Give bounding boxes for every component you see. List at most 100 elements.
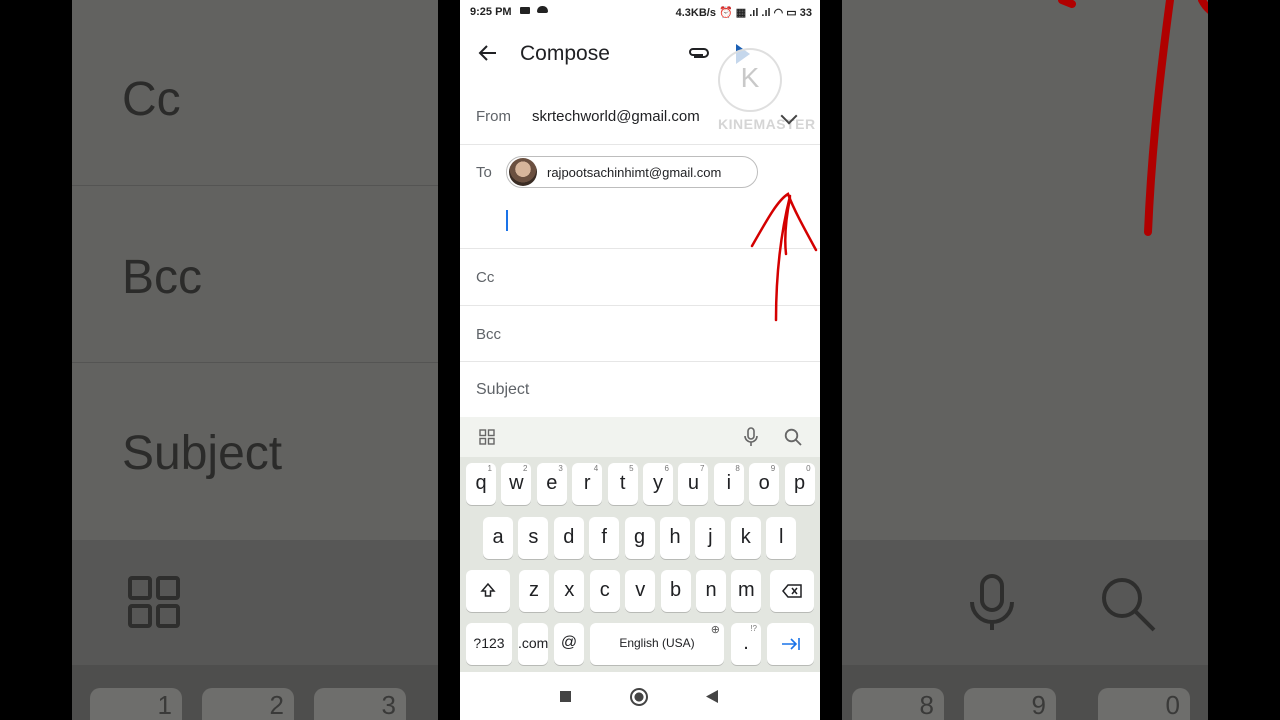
camera-icon: [520, 7, 530, 14]
key-g-label: g: [634, 526, 646, 548]
background-mic-icon: [970, 574, 1014, 630]
background-key: 9: [964, 688, 1056, 720]
key-m[interactable]: m: [731, 570, 762, 612]
key-r[interactable]: r4: [572, 463, 603, 505]
page-title: Compose: [520, 42, 610, 65]
background-bcc-label: Bcc: [122, 251, 203, 304]
text-cursor: [506, 210, 508, 231]
key-q[interactable]: q1: [466, 463, 496, 505]
key-c[interactable]: c: [589, 570, 620, 612]
key-n[interactable]: n: [696, 570, 726, 612]
phone-frame: 9:25 PM 4.3KB/s ⏰ ▦ .ıl .ıl ◠ ▭ 33 Compo…: [438, 0, 842, 720]
key-q-label: q: [475, 472, 487, 494]
key-y[interactable]: y6: [643, 463, 673, 505]
key-e[interactable]: e3: [536, 463, 567, 505]
key-z[interactable]: z: [519, 570, 549, 612]
background-divider: [72, 362, 438, 363]
from-label: From: [476, 108, 511, 125]
key-u[interactable]: u7: [678, 463, 709, 505]
shift-icon: [480, 582, 496, 597]
key-p[interactable]: p0: [784, 463, 815, 505]
from-row[interactable]: From skrtechworld@gmail.com: [460, 88, 820, 145]
key-b[interactable]: b: [660, 570, 691, 612]
to-label: To: [476, 164, 492, 181]
key-i-label: i: [726, 472, 732, 494]
key-hint: 7: [699, 464, 705, 473]
recents-button[interactable]: [560, 691, 571, 702]
key-l-label: l: [778, 526, 784, 548]
backspace-icon: [782, 584, 802, 598]
key-z-label: z: [529, 579, 539, 601]
dotcom-key-label: .com: [518, 635, 549, 651]
key-c-label: c: [599, 579, 610, 601]
key-b-label: b: [670, 579, 682, 601]
key-hint: 8: [735, 464, 740, 473]
mic-icon[interactable]: [743, 427, 759, 447]
key-g[interactable]: g: [624, 517, 655, 559]
cc-row[interactable]: Cc: [460, 249, 820, 306]
background-key: 8: [852, 688, 944, 720]
key-v[interactable]: v: [625, 570, 656, 612]
spacebar-key[interactable]: English (USA) ⊕: [590, 623, 724, 665]
avatar: [509, 158, 537, 186]
key-hint: 2: [522, 464, 528, 473]
key-h[interactable]: h: [660, 517, 690, 559]
dotcom-key[interactable]: .com: [518, 623, 548, 665]
key-n-label: n: [705, 579, 717, 601]
symbols-key[interactable]: ?123: [466, 623, 512, 665]
key-y-label: y: [653, 472, 663, 494]
key-a[interactable]: a: [483, 517, 513, 559]
from-email[interactable]: skrtechworld@gmail.com: [532, 108, 700, 125]
key-p-label: p: [794, 472, 806, 494]
keyboard: q 1 w 2 e 3 r 4 t 5 y 6 u 7 i 8 o 9 p 0 a s d f g h j k l z x c v b n m ?123…: [460, 457, 820, 672]
search-icon[interactable]: [784, 428, 802, 446]
subject-row[interactable]: Subject: [460, 362, 820, 417]
attach-icon[interactable]: [688, 46, 710, 60]
back-button[interactable]: [706, 690, 718, 703]
shift-key[interactable]: [466, 570, 510, 612]
key-t-label: t: [619, 472, 626, 494]
back-arrow-icon[interactable]: [478, 43, 498, 63]
key-o-label: o: [758, 472, 770, 494]
bcc-row[interactable]: Bcc: [460, 306, 820, 362]
background-key: 2: [202, 688, 294, 720]
recipient-chip[interactable]: rajpootsachinhimt@gmail.com: [506, 156, 758, 188]
key-x-label: x: [564, 579, 575, 601]
key-o[interactable]: o9: [749, 463, 780, 505]
key-e-label: e: [546, 472, 558, 494]
status-time: 9:25 PM: [470, 6, 512, 18]
apps-grid-icon[interactable]: [479, 429, 495, 445]
status-bar: 9:25 PM 4.3KB/s ⏰ ▦ .ıl .ıl ◠ ▭ 33: [460, 0, 820, 26]
key-x[interactable]: x: [554, 570, 585, 612]
key-j[interactable]: j: [695, 517, 726, 559]
subject-field[interactable]: Subject: [476, 381, 529, 399]
key-t[interactable]: t5: [607, 463, 638, 505]
backspace-key[interactable]: [770, 570, 814, 612]
key-l[interactable]: l: [766, 517, 797, 559]
at-key[interactable]: @: [554, 623, 584, 665]
key-f[interactable]: f: [589, 517, 620, 559]
key-i[interactable]: i8: [713, 463, 744, 505]
at-key-label: @: [560, 634, 578, 651]
key-s[interactable]: s: [518, 517, 549, 559]
navigation-bar: [460, 672, 820, 720]
key-k-label: k: [740, 526, 751, 548]
next-arrow-icon: [781, 638, 800, 650]
key-v-label: v: [635, 579, 646, 601]
background-key: 0: [1098, 688, 1190, 720]
background-grid-icon: [128, 576, 180, 628]
key-m-label: m: [738, 579, 755, 601]
key-hint: 5: [629, 464, 634, 473]
cc-label: Cc: [476, 269, 495, 286]
key-r-label: r: [583, 472, 591, 494]
key-hint: 1: [487, 464, 492, 473]
next-key[interactable]: [767, 623, 814, 665]
key-f-label: f: [601, 526, 607, 548]
home-button[interactable]: [630, 688, 648, 706]
period-key[interactable]: .!?: [731, 623, 761, 665]
background-key: 3: [314, 688, 406, 720]
key-w-label: w: [509, 472, 524, 494]
key-k[interactable]: k: [730, 517, 761, 559]
key-w[interactable]: w2: [501, 463, 532, 505]
key-d[interactable]: d: [553, 517, 584, 559]
